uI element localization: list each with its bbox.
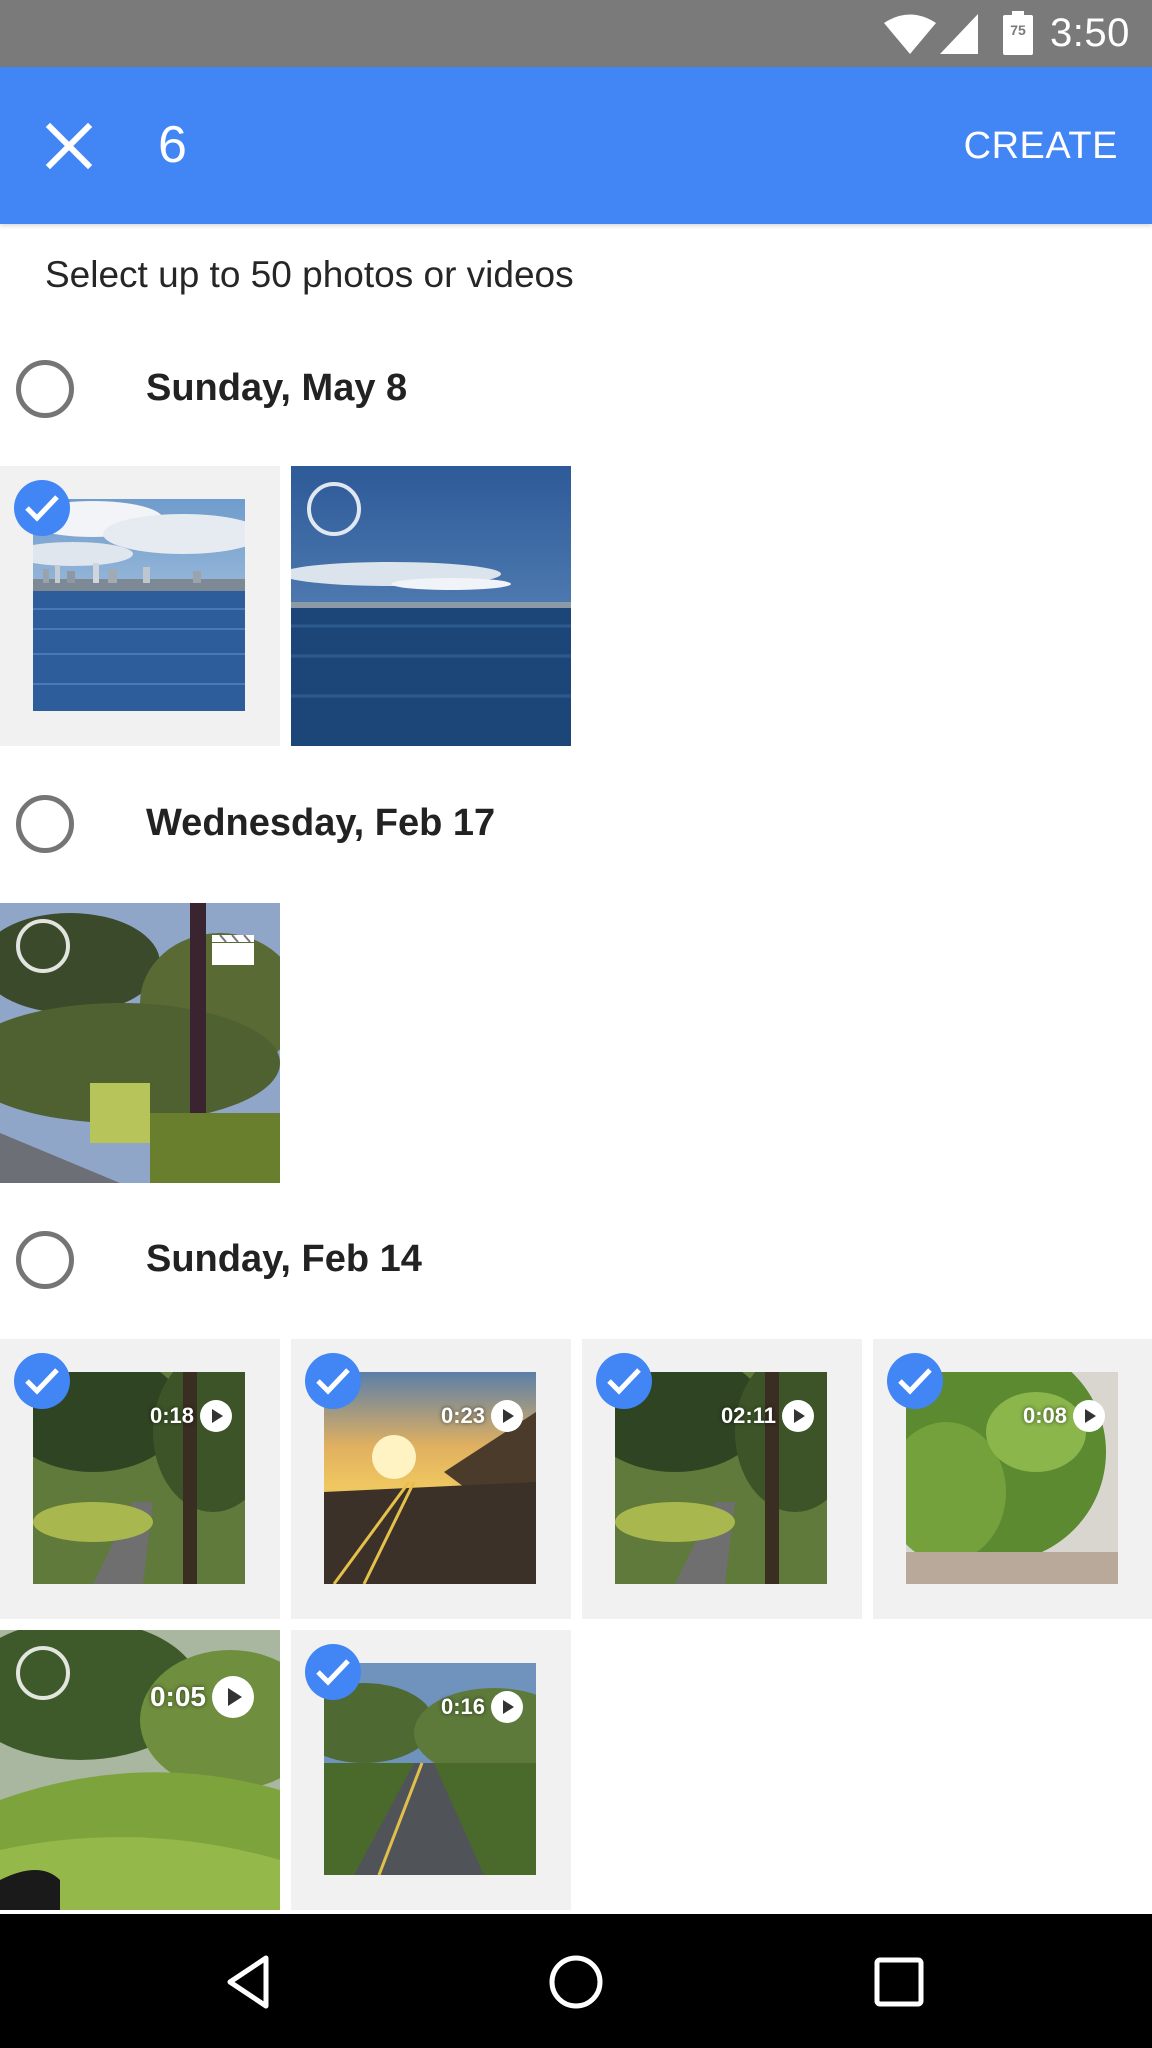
video-duration: 0:08 <box>1023 1399 1105 1433</box>
status-bar: 75 3:50 <box>0 0 1152 67</box>
battery-level: 75 <box>1010 22 1026 38</box>
select-all-circle[interactable] <box>16 1231 74 1289</box>
cell-signal-icon <box>940 14 978 54</box>
selection-hint: Select up to 50 photos or videos <box>45 254 574 295</box>
play-icon <box>491 1400 523 1432</box>
select-circle[interactable] <box>16 1646 70 1700</box>
play-icon <box>782 1400 814 1432</box>
close-button[interactable] <box>44 121 94 171</box>
section-header-feb-14: Sunday, Feb 14 <box>0 1221 1152 1301</box>
close-icon <box>45 122 93 170</box>
select-all-circle[interactable] <box>16 795 74 853</box>
selected-check-icon[interactable] <box>596 1353 652 1409</box>
video-duration: 0:16 <box>441 1690 523 1724</box>
selected-check-icon[interactable] <box>887 1353 943 1409</box>
play-icon <box>200 1400 232 1432</box>
media-tile[interactable]: 0:23 <box>291 1339 571 1619</box>
media-tile[interactable] <box>291 466 571 746</box>
media-tile[interactable]: 0:05 <box>0 1630 280 1910</box>
selection-app-bar: 6 CREATE <box>0 67 1152 224</box>
media-tile[interactable] <box>0 466 280 746</box>
photo-thumbnail <box>33 499 245 711</box>
selected-check-icon[interactable] <box>14 480 70 536</box>
video-duration: 0:23 <box>441 1399 523 1433</box>
recents-icon[interactable] <box>865 1948 933 2016</box>
video-duration: 02:11 <box>721 1399 814 1433</box>
media-tile[interactable]: 02:11 <box>582 1339 862 1619</box>
section-date: Wednesday, Feb 17 <box>146 802 496 844</box>
section-date: Sunday, Feb 14 <box>146 1238 422 1280</box>
create-button[interactable]: CREATE <box>964 125 1118 168</box>
media-tile[interactable]: 0:08 <box>873 1339 1152 1619</box>
selected-check-icon[interactable] <box>305 1644 361 1700</box>
video-duration: 0:05 <box>150 1676 254 1718</box>
home-icon[interactable] <box>542 1948 610 2016</box>
clock: 3:50 <box>1050 11 1130 55</box>
media-tile[interactable]: 0:16 <box>291 1630 571 1910</box>
wifi-icon <box>884 14 936 54</box>
media-tile[interactable]: 0:18 <box>0 1339 280 1619</box>
back-icon[interactable] <box>218 1948 286 2016</box>
media-tile[interactable] <box>0 903 280 1183</box>
select-circle[interactable] <box>16 919 70 973</box>
system-nav-bar <box>0 1914 1152 2048</box>
section-date: Sunday, May 8 <box>146 367 408 409</box>
selected-check-icon[interactable] <box>14 1353 70 1409</box>
selected-count: 6 <box>158 116 187 174</box>
play-icon <box>491 1691 523 1723</box>
video-duration: 0:18 <box>150 1399 232 1433</box>
play-icon <box>1073 1400 1105 1432</box>
select-circle[interactable] <box>307 482 361 536</box>
selected-check-icon[interactable] <box>305 1353 361 1409</box>
play-icon <box>212 1676 254 1718</box>
section-header-feb-17: Wednesday, Feb 17 <box>0 785 1152 865</box>
clapper-icon <box>212 935 254 965</box>
select-all-circle[interactable] <box>16 360 74 418</box>
section-header-may-8: Sunday, May 8 <box>0 350 1152 430</box>
